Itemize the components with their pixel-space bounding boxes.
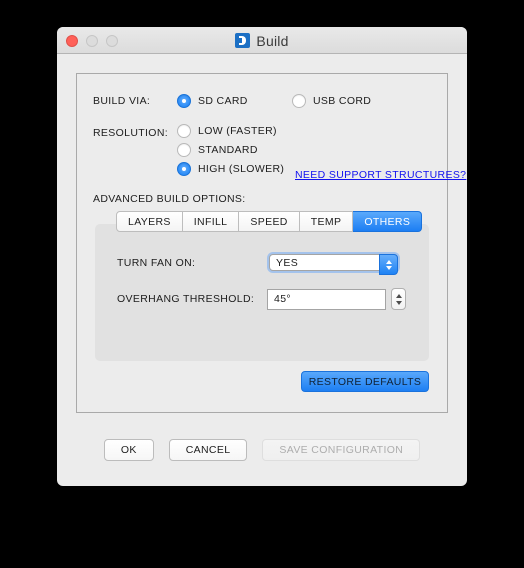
stepper-down-icon[interactable] <box>395 300 402 305</box>
dialog-footer: OK CANCEL SAVE CONFIGURATION <box>57 439 467 461</box>
radio-low-faster[interactable]: LOW (FASTER) <box>177 124 443 138</box>
turn-fan-on-value: YES <box>276 256 299 269</box>
radio-usb-cord-label: USB CORD <box>313 95 372 107</box>
tab-others[interactable]: OTHERS <box>353 211 423 232</box>
radio-usb-cord[interactable]: USB CORD <box>292 94 371 108</box>
resolution-label: RESOLUTION: <box>93 127 169 139</box>
radio-sd-card[interactable]: SD CARD <box>177 94 292 108</box>
radio-standard[interactable]: STANDARD <box>177 143 443 157</box>
build-dialog-window: Build BUILD VIA: SD CARD USB CORD RESOLU… <box>57 27 467 486</box>
need-support-structures-link[interactable]: NEED SUPPORT STRUCTURES? <box>295 169 466 181</box>
radio-standard-label: STANDARD <box>198 144 258 156</box>
radio-low-faster-label: LOW (FASTER) <box>198 125 277 137</box>
tab-temp[interactable]: TEMP <box>299 211 354 232</box>
tab-infill[interactable]: INFILL <box>182 211 240 232</box>
radio-sd-card-icon[interactable] <box>177 94 191 108</box>
window-titlebar: Build <box>57 27 467 54</box>
tab-content-panel-others: TURN FAN ON: YES OVERHANG THRESHOLD: 45° <box>95 224 429 361</box>
build-via-label: BUILD VIA: <box>93 95 151 107</box>
tab-layers[interactable]: LAYERS <box>116 211 183 232</box>
chevron-down-icon <box>385 265 392 270</box>
tab-speed[interactable]: SPEED <box>239 211 300 232</box>
radio-high-slower-icon[interactable] <box>177 162 191 176</box>
advanced-tabbar: LAYERS INFILL SPEED TEMP OTHERS <box>116 211 423 232</box>
cancel-button[interactable]: CANCEL <box>168 439 248 461</box>
radio-high-slower-label: HIGH (SLOWER) <box>198 163 285 175</box>
radio-low-faster-icon[interactable] <box>177 124 191 138</box>
radio-usb-cord-icon[interactable] <box>292 94 306 108</box>
turn-fan-on-select-face[interactable]: YES <box>269 254 398 275</box>
advanced-build-options-label: ADVANCED BUILD OPTIONS: <box>93 193 246 205</box>
stepper-up-icon[interactable] <box>395 293 402 298</box>
overhang-threshold-input[interactable]: 45° <box>267 288 386 310</box>
window-title-group: Build <box>57 27 467 54</box>
overhang-threshold-stepper[interactable] <box>391 288 406 310</box>
options-group-panel: BUILD VIA: SD CARD USB CORD RESOLUTION: … <box>76 73 466 413</box>
turn-fan-on-row: TURN FAN ON: YES <box>117 252 417 275</box>
build-via-row: BUILD VIA: SD CARD USB CORD <box>93 94 433 108</box>
overhang-threshold-label: OVERHANG THRESHOLD: <box>117 293 255 305</box>
turn-fan-on-select[interactable]: YES <box>267 252 400 275</box>
ok-button[interactable]: OK <box>103 439 154 461</box>
save-configuration-button: SAVE CONFIGURATION <box>262 439 421 461</box>
resolution-block: RESOLUTION: LOW (FASTER) STANDARD HIGH (… <box>93 124 466 181</box>
turn-fan-on-label: TURN FAN ON: <box>117 256 196 269</box>
radio-sd-card-label: SD CARD <box>198 95 248 107</box>
chevron-up-icon <box>385 259 392 264</box>
window-title: Build <box>256 32 289 49</box>
build-app-icon <box>235 33 251 48</box>
restore-defaults-button[interactable]: RESTORE DEFAULTS <box>301 371 429 392</box>
radio-standard-icon[interactable] <box>177 143 191 157</box>
overhang-threshold-row: OVERHANG THRESHOLD: 45° <box>117 288 417 310</box>
chevron-updown-icon[interactable] <box>379 254 398 275</box>
dialog-body: BUILD VIA: SD CARD USB CORD RESOLUTION: … <box>57 54 467 485</box>
